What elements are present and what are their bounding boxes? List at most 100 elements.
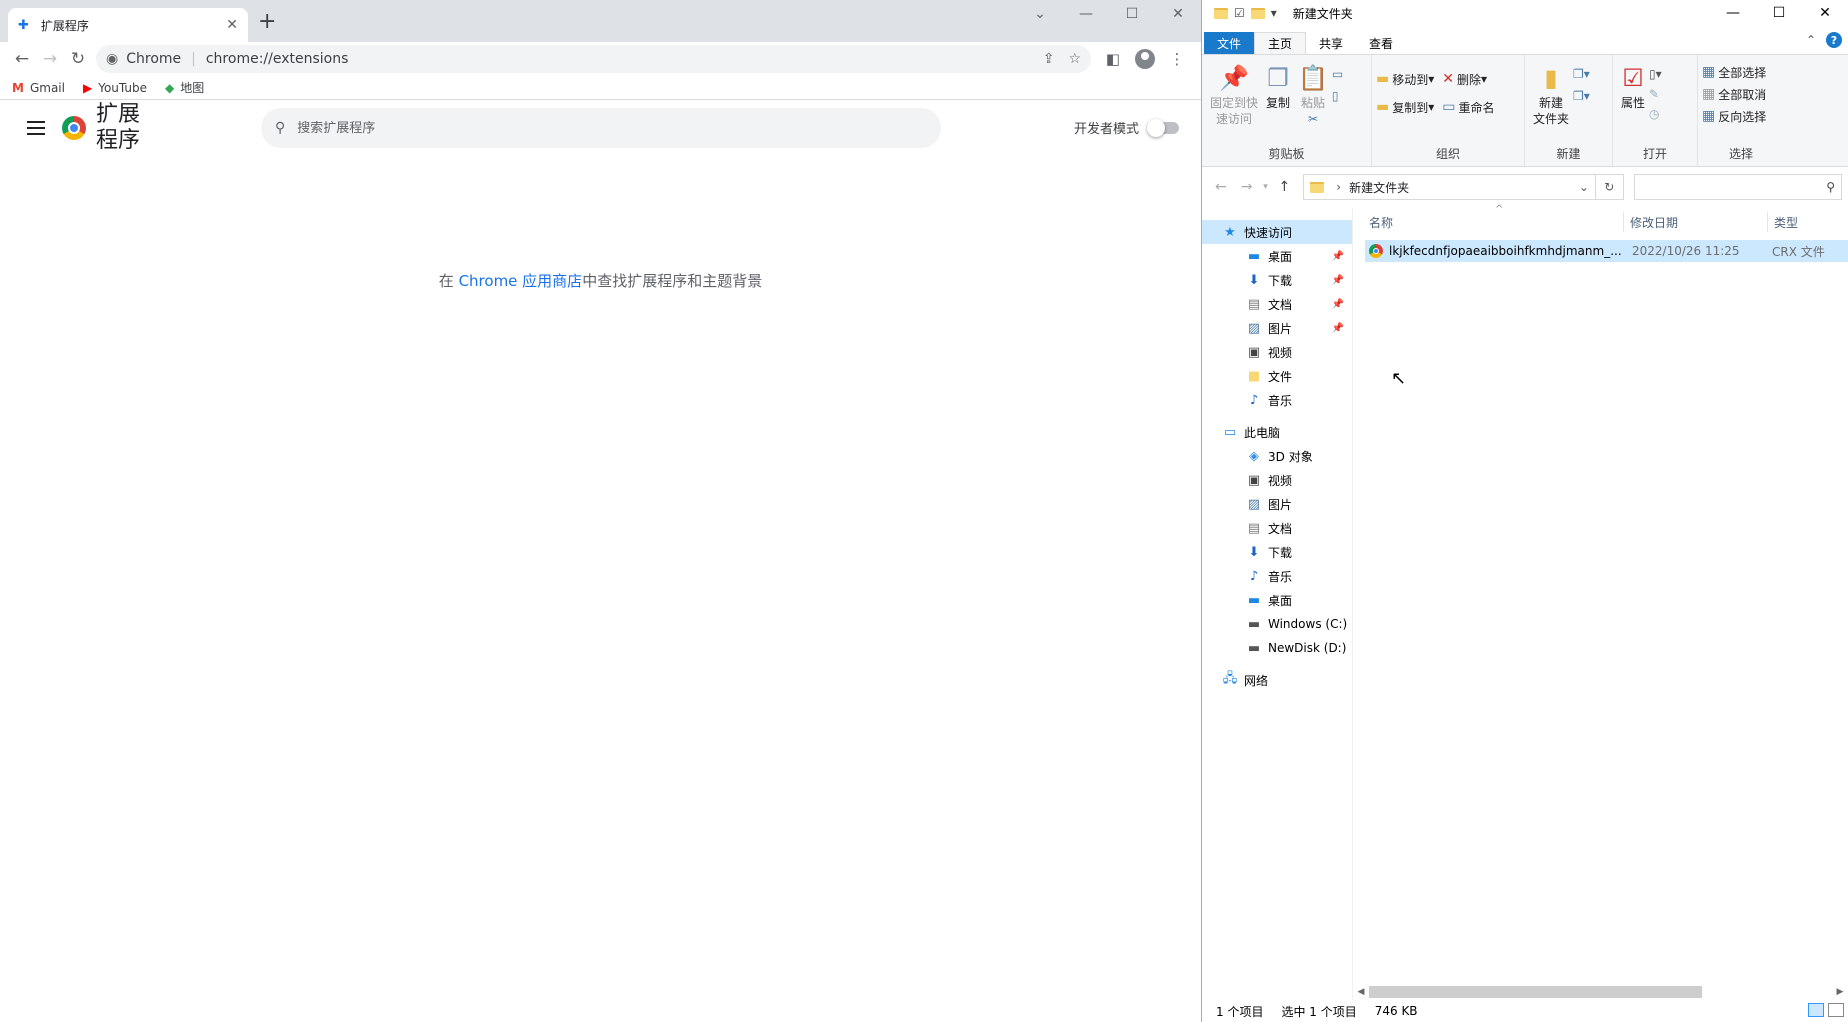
delete-button[interactable]: ✕ 删除 ▾ [1442, 69, 1494, 89]
history-icon[interactable]: ◷ [1649, 107, 1662, 121]
bookmark-youtube[interactable]: ▶ YouTube [83, 81, 147, 95]
scroll-track[interactable] [1369, 985, 1832, 999]
network-icon: 🖧 [1222, 671, 1238, 686]
minimize-button[interactable]: — [1710, 0, 1756, 26]
breadcrumb-path[interactable]: 新建文件夹 [1349, 179, 1579, 196]
side-panel-icon[interactable]: ◧ [1097, 45, 1129, 73]
reload-icon[interactable]: ↻ [64, 45, 92, 73]
cut-icon[interactable]: ✂ [1308, 111, 1318, 127]
easy-access-icon[interactable]: ❐▾ [1573, 89, 1590, 103]
nav-item[interactable]: ▬ 桌面 [1202, 588, 1352, 612]
forward-icon[interactable]: → [36, 45, 64, 73]
tab-close-icon[interactable]: ✕ [226, 17, 238, 33]
breadcrumb-chevron-icon[interactable]: › [1336, 180, 1341, 194]
tab-home[interactable]: 主页 [1254, 32, 1307, 54]
tab-file[interactable]: 文件 [1204, 32, 1255, 54]
large-icons-view-icon[interactable] [1828, 1003, 1844, 1017]
nav-item[interactable]: ▤ 文档 [1202, 516, 1352, 540]
this-pc-list: ◈ 3D 对象 ▣ 视频 ▨ 图片 ▤ 文档 ⬇ 下载 ♪ 音乐 ▬ 桌面 ▬ Windows (C:) ▬ Ne… [1202, 444, 1352, 660]
nav-item[interactable]: ♪ 音乐 [1202, 388, 1352, 412]
share-icon[interactable]: ⇪ [1043, 51, 1055, 67]
scroll-right-icon[interactable]: ▶ [1832, 987, 1848, 997]
bookmark-star-icon[interactable]: ☆ [1068, 51, 1081, 67]
search-icon: ⚲ [1826, 180, 1835, 194]
nav-item[interactable]: ▣ 视频 [1202, 468, 1352, 492]
invert-selection-button[interactable]: ▦ 反向选择 [1702, 106, 1766, 126]
explorer-search-box[interactable]: ⚲ [1633, 174, 1842, 200]
up-icon[interactable]: ↑ [1271, 179, 1297, 195]
nav-item[interactable]: ▣ 视频 [1202, 340, 1352, 364]
column-date[interactable]: 修改日期 [1624, 212, 1768, 232]
maximize-button[interactable]: ☐ [1756, 0, 1802, 26]
scroll-left-icon[interactable]: ◀ [1353, 987, 1369, 997]
column-name[interactable]: 名称 [1353, 212, 1624, 232]
extensions-search[interactable]: ⚲ [261, 108, 941, 148]
rename-button[interactable]: ▭ 重命名 [1442, 97, 1494, 117]
collapse-ribbon-icon[interactable]: ⌃ [1806, 33, 1816, 47]
tab-view[interactable]: 查看 [1356, 32, 1406, 54]
address-dropdown-icon[interactable]: ⌄ [1579, 180, 1589, 194]
copy-path-icon[interactable]: ▭ [1332, 67, 1343, 81]
back-icon[interactable]: ← [1208, 179, 1234, 195]
maximize-button[interactable]: ☐ [1109, 0, 1155, 28]
properties-small-icon[interactable]: ☑ [1234, 6, 1245, 20]
nav-item[interactable]: ♪ 音乐 [1202, 564, 1352, 588]
help-icon[interactable]: ? [1826, 32, 1842, 48]
horizontal-scrollbar[interactable]: ◀ ▶ [1353, 984, 1848, 1000]
bookmark-gmail[interactable]: M Gmail [12, 81, 65, 95]
select-none-button[interactable]: ▦ 全部取消 [1702, 84, 1766, 104]
nav-item[interactable]: ▤ 文档 📌 [1202, 292, 1352, 316]
explorer-titlebar: ☑ ▾ 新建文件夹 — ☐ ✕ [1202, 0, 1848, 26]
scroll-thumb[interactable] [1369, 986, 1703, 998]
copy-to-button[interactable]: ▬ 复制到 ▾ [1376, 97, 1434, 117]
refresh-button[interactable]: ↻ [1595, 174, 1624, 200]
search-input[interactable] [297, 120, 927, 136]
recent-locations-icon[interactable]: ▾ [1260, 182, 1272, 192]
nav-item[interactable]: ▨ 图片 📌 [1202, 316, 1352, 340]
nav-this-pc[interactable]: ▭ 此电脑 [1202, 420, 1352, 444]
column-type[interactable]: 类型 [1768, 212, 1848, 232]
new-item-icon[interactable]: ❐▾ [1573, 67, 1590, 81]
nav-item[interactable]: ▬ NewDisk (D:) [1202, 636, 1352, 660]
youtube-icon: ▶ [82, 80, 93, 95]
nav-quick-access[interactable]: ★ 快速访问 [1202, 220, 1352, 244]
hamburger-menu-icon[interactable] [16, 108, 56, 148]
open-icon[interactable]: ▯▾ [1649, 67, 1662, 81]
group-label: 打开 [1642, 147, 1667, 161]
nav-label: 音乐 [1268, 393, 1293, 408]
new-folder-small-icon[interactable] [1250, 7, 1265, 19]
close-button[interactable]: ✕ [1802, 0, 1848, 26]
address-bar[interactable]: ◉ Chrome | chrome://extensions ⇪ ☆ [96, 45, 1091, 73]
minimize-button[interactable]: — [1063, 0, 1109, 28]
menu-kebab-icon[interactable]: ⋮ [1161, 45, 1193, 73]
profile-avatar[interactable] [1129, 45, 1161, 73]
back-icon[interactable]: ← [8, 45, 36, 73]
details-view-icon[interactable] [1808, 1003, 1824, 1017]
web-store-link[interactable]: Chrome 应用商店 [459, 272, 583, 290]
bookmark-maps[interactable]: ◆ 地图 [165, 79, 204, 96]
nav-item[interactable]: ▨ 图片 [1202, 492, 1352, 516]
new-tab-button[interactable]: + [258, 10, 276, 34]
path-box[interactable]: › 新建文件夹 ⌄ [1303, 174, 1596, 200]
paste-shortcut-icon[interactable]: ▯ [1332, 89, 1343, 103]
move-to-button[interactable]: ▬ 移动到 ▾ [1376, 69, 1434, 89]
nav-item[interactable]: ⬇ 下载 [1202, 540, 1352, 564]
nav-item[interactable]: ▬ Windows (C:) [1202, 612, 1352, 636]
tab-extensions[interactable]: ✚ 扩展程序 ✕ [8, 8, 248, 42]
edit-icon[interactable]: ✎ [1649, 87, 1662, 101]
explorer-search-input[interactable] [1640, 179, 1827, 195]
select-all-button[interactable]: ▦ 全部选择 [1702, 62, 1766, 82]
nav-network[interactable]: 🖧 网络 [1202, 668, 1352, 692]
close-button[interactable]: ✕ [1155, 0, 1201, 28]
tab-search-icon[interactable]: ⌄ [1017, 0, 1063, 28]
nav-item[interactable]: ◈ 3D 对象 [1202, 444, 1352, 468]
customize-qat-icon[interactable]: ▾ [1271, 6, 1277, 20]
file-row[interactable]: lkjkfecdnfjopaeaibboihfkmhdjmanm_... 202… [1365, 240, 1848, 262]
store-msg-suffix: 中查找扩展程序和主题背景 [582, 272, 763, 290]
forward-icon[interactable]: → [1234, 179, 1260, 195]
tab-share[interactable]: 共享 [1306, 32, 1356, 54]
nav-item[interactable]: ■ 文件 [1202, 364, 1352, 388]
developer-mode-toggle[interactable] [1147, 118, 1180, 137]
nav-item[interactable]: ⬇ 下载 📌 [1202, 268, 1352, 292]
nav-item[interactable]: ▬ 桌面 📌 [1202, 244, 1352, 268]
